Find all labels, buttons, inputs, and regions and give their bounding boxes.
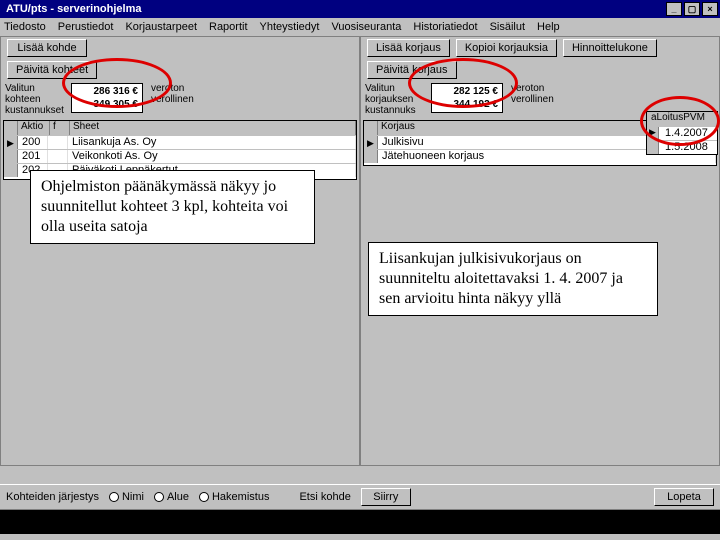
- table-row[interactable]: ▶1.4.2007: [647, 126, 717, 140]
- right-tax-labels: veroton verollinen: [507, 83, 561, 105]
- add-repair-button[interactable]: Lisää korjaus: [367, 39, 450, 57]
- maximize-button[interactable]: ▢: [684, 2, 700, 16]
- annotation-callout-left: Ohjelmiston päänäkymässä näkyy jo suunni…: [30, 170, 315, 244]
- minimize-button[interactable]: _: [666, 2, 682, 16]
- add-target-button[interactable]: Lisää kohde: [7, 39, 87, 57]
- menu-file[interactable]: Tiedosto: [4, 21, 46, 33]
- left-cost-net: 349 305 €: [76, 98, 138, 111]
- right-cost-box: 282 125 € 344 192 €: [431, 83, 503, 113]
- search-go-button[interactable]: Siirry: [361, 488, 411, 506]
- right-summary-label: Valitun korjauksen kustannuks: [365, 83, 427, 116]
- right-cost-gross: 282 125 €: [436, 85, 498, 98]
- menu-contacts[interactable]: Yhteystiedyt: [260, 21, 320, 33]
- left-summary-label: Valitun kohteen kustannukset: [5, 83, 67, 116]
- close-button[interactable]: ×: [702, 2, 718, 16]
- table-row[interactable]: 1.5.2008: [647, 140, 717, 154]
- titlebar: ATU/pts - serverinohjelma _ ▢ ×: [0, 0, 720, 18]
- price-button[interactable]: Hinnoittelukone: [563, 39, 657, 57]
- radio-alue[interactable]: Alue: [154, 491, 189, 503]
- left-tax-labels: veroton verollinen: [147, 83, 201, 105]
- menu-internal[interactable]: Sisäilut: [490, 21, 525, 33]
- table-row[interactable]: ▶ 200 Liisankuja As. Oy: [4, 135, 356, 149]
- radio-nimi[interactable]: Nimi: [109, 491, 144, 503]
- right-cost-net: 344 192 €: [436, 98, 498, 111]
- menu-history[interactable]: Historiatiedot: [413, 21, 477, 33]
- table-row[interactable]: 201 Veikonkoti As. Oy: [4, 149, 356, 163]
- search-label: Etsi kohde: [299, 491, 350, 503]
- menu-reports[interactable]: Raportit: [209, 21, 248, 33]
- copy-repair-button[interactable]: Kopioi korjauksia: [456, 39, 557, 57]
- left-cost-gross: 286 316 €: [76, 85, 138, 98]
- menu-basic[interactable]: Perustiedot: [58, 21, 114, 33]
- statusbar: Kohteiden järjestys Nimi Alue Hakemistus…: [0, 484, 720, 540]
- left-pane: Lisää kohde Päivitä kohteet Valitun koht…: [0, 36, 360, 466]
- window-title: ATU/pts - serverinohjelma: [2, 3, 666, 15]
- menubar: Tiedosto Perustiedot Korjaustarpeet Rapo…: [0, 18, 720, 36]
- edit-target-button[interactable]: Päivitä kohteet: [7, 61, 97, 79]
- left-cost-box: 286 316 € 349 305 €: [71, 83, 143, 113]
- statusbar-black: [0, 510, 720, 534]
- menu-repairs[interactable]: Korjaustarpeet: [125, 21, 197, 33]
- sort-label: Kohteiden järjestys: [6, 491, 99, 503]
- menu-help[interactable]: Help: [537, 21, 560, 33]
- annotation-callout-right: Liisankujan julkisivukorjaus on suunnite…: [368, 242, 658, 316]
- close-app-button[interactable]: Lopeta: [654, 488, 714, 506]
- menu-yearly[interactable]: Vuosiseuranta: [331, 21, 401, 33]
- radio-hakemistus[interactable]: Hakemistus: [199, 491, 269, 503]
- date-grid: aLoitusPVM ▶1.4.2007 1.5.2008: [646, 111, 718, 155]
- edit-repair-button[interactable]: Päivitä korjaus: [367, 61, 457, 79]
- left-summary: Valitun kohteen kustannukset 286 316 € 3…: [1, 81, 359, 118]
